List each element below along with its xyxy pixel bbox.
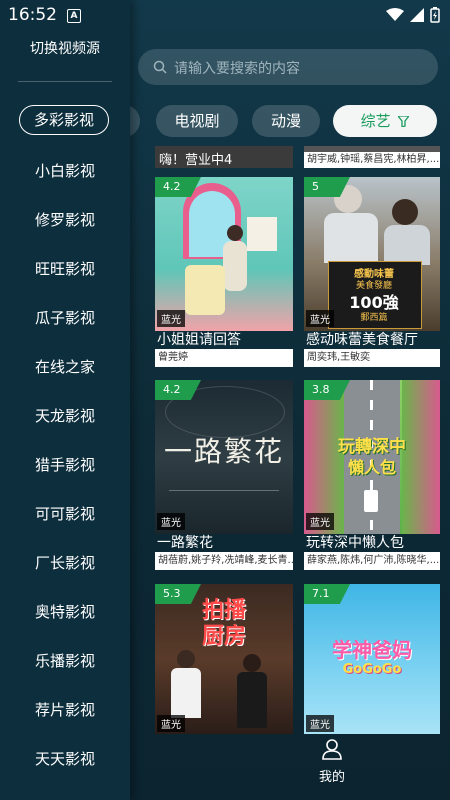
search-input[interactable]: 请输入要搜索的内容 bbox=[138, 49, 438, 85]
drawer-item[interactable]: 可可影视 bbox=[0, 503, 130, 524]
drawer-item[interactable]: 在线之家 bbox=[0, 356, 130, 377]
card-title: 一路繁花 bbox=[157, 535, 213, 551]
drawer-item[interactable]: 奥特影视 bbox=[0, 601, 130, 622]
poster-text: 学神爸妈 bbox=[332, 638, 412, 662]
card-paibo[interactable]: 拍播 厨房 5.3 蓝光 bbox=[155, 584, 293, 734]
quality-badge: 蓝光 bbox=[306, 310, 334, 327]
tab-tv[interactable]: 电视剧 bbox=[156, 105, 238, 137]
poster-text: GoGoGo bbox=[342, 662, 402, 677]
drawer-item[interactable]: 天龙影视 bbox=[0, 405, 130, 426]
drawer-item[interactable]: 荐片影视 bbox=[0, 699, 130, 720]
filter-icon bbox=[397, 115, 411, 128]
poster-text: 厨房 bbox=[201, 624, 246, 649]
card-xiaojiejie[interactable]: 4.2 蓝光 小姐姐请回答 曾莞婷 bbox=[155, 177, 293, 367]
a-icon: A bbox=[67, 9, 81, 23]
quality-badge: 蓝光 bbox=[157, 513, 185, 530]
card-sub: 胡宇威,钟瑶,蔡昌宪,林柏昇,... bbox=[304, 152, 440, 168]
poster-image bbox=[155, 177, 293, 331]
poster-image: 拍播 厨房 bbox=[155, 584, 293, 734]
poster-image: 学神爸妈 GoGoGo bbox=[304, 584, 440, 734]
card-partial-left[interactable]: 嗨！营业中4 bbox=[155, 146, 293, 168]
drawer-item[interactable]: 天天影视 bbox=[0, 748, 130, 769]
drawer-title: 切换视频源 bbox=[30, 41, 100, 57]
card-title: 感动味蕾美食餐厅 bbox=[306, 332, 418, 348]
nav-me[interactable]: 我的 bbox=[297, 738, 367, 785]
quality-badge: 蓝光 bbox=[306, 715, 334, 732]
search-placeholder: 请输入要搜索的内容 bbox=[174, 61, 300, 77]
card-title: 嗨！营业中4 bbox=[159, 153, 233, 168]
drawer-item[interactable]: 小白影视 bbox=[0, 160, 130, 181]
poster-text: 一路繁花 bbox=[163, 435, 284, 468]
card-sub: 周奕玮,王敏奕 bbox=[304, 349, 440, 367]
drawer-item-selected[interactable]: 多彩影视 bbox=[19, 105, 109, 135]
card-xueshen[interactable]: 学神爸妈 GoGoGo 7.1 蓝光 bbox=[304, 584, 440, 734]
card-sub: 曾莞婷 bbox=[155, 349, 293, 367]
drawer-item[interactable]: 瓜子影视 bbox=[0, 307, 130, 328]
status-time: 16:52 bbox=[8, 5, 57, 25]
drawer-item[interactable]: 猎手影视 bbox=[0, 454, 130, 475]
tab-variety[interactable]: 综艺 bbox=[333, 105, 437, 137]
card-partial-right[interactable]: 胡宇威,钟瑶,蔡昌宪,林柏昇,... bbox=[304, 146, 440, 168]
poster-text: 郵西篇 bbox=[360, 313, 388, 323]
tab-anime[interactable]: 动漫 bbox=[252, 105, 320, 137]
card-yilufanhua[interactable]: 一路繁花 4.2 蓝光 一路繁花 胡蓓蔚,姚子羚,冼靖峰,麦长青... bbox=[155, 380, 293, 570]
signal-icon bbox=[410, 8, 424, 22]
poster-image: 感動味蕾 美食發廳 100強 郵西篇 bbox=[304, 177, 440, 331]
drawer-divider bbox=[18, 81, 112, 82]
card-wanzhuan[interactable]: 玩轉深中 懶人包 3.8 蓝光 玩转深中懒人包 薛家燕,陈炜,何广沛,陈晓华,.… bbox=[304, 380, 440, 570]
card-sub: 胡蓓蔚,姚子羚,冼靖峰,麦长青... bbox=[155, 552, 293, 570]
nav-me-label: 我的 bbox=[318, 770, 345, 785]
poster-image: 玩轉深中 懶人包 bbox=[304, 380, 440, 534]
search-icon bbox=[153, 60, 167, 74]
quality-badge: 蓝光 bbox=[306, 513, 334, 530]
drawer-item[interactable]: 乐播影视 bbox=[0, 650, 130, 671]
person-icon bbox=[322, 739, 342, 760]
drawer-item[interactable]: 厂长影视 bbox=[0, 552, 130, 573]
card-sub: 薛家燕,陈炜,何广沛,陈晓华,... bbox=[304, 552, 440, 570]
status-bar: 16:52 A bbox=[0, 0, 450, 30]
quality-badge: 蓝光 bbox=[157, 715, 185, 732]
tab-label: 综艺 bbox=[360, 112, 391, 130]
source-drawer: 切换视频源 多彩影视 小白影视 修罗影视 旺旺影视 瓜子影视 在线之家 天龙影视… bbox=[0, 0, 130, 800]
card-title: 玩转深中懒人包 bbox=[306, 535, 404, 551]
tab-label: 电视剧 bbox=[174, 112, 220, 130]
poster-text: 懶人包 bbox=[347, 458, 396, 477]
app-root: 16:52 A 请输入要搜索的内容 电视剧 动漫 综艺 嗨！营业中4 胡宇威,钟… bbox=[0, 0, 450, 800]
drawer-item[interactable]: 旺旺影视 bbox=[0, 258, 130, 279]
drawer-item[interactable]: 修罗影视 bbox=[0, 209, 130, 230]
wifi-icon bbox=[386, 8, 404, 21]
quality-badge: 蓝光 bbox=[157, 310, 185, 327]
card-title: 小姐姐请回答 bbox=[157, 332, 241, 348]
battery-icon bbox=[430, 7, 440, 23]
card-gandong[interactable]: 感動味蕾 美食發廳 100強 郵西篇 5 蓝光 感动味蕾美食餐厅 周奕玮,王敏奕 bbox=[304, 177, 440, 367]
poster-image: 一路繁花 bbox=[155, 380, 293, 534]
tab-label: 动漫 bbox=[270, 112, 301, 130]
